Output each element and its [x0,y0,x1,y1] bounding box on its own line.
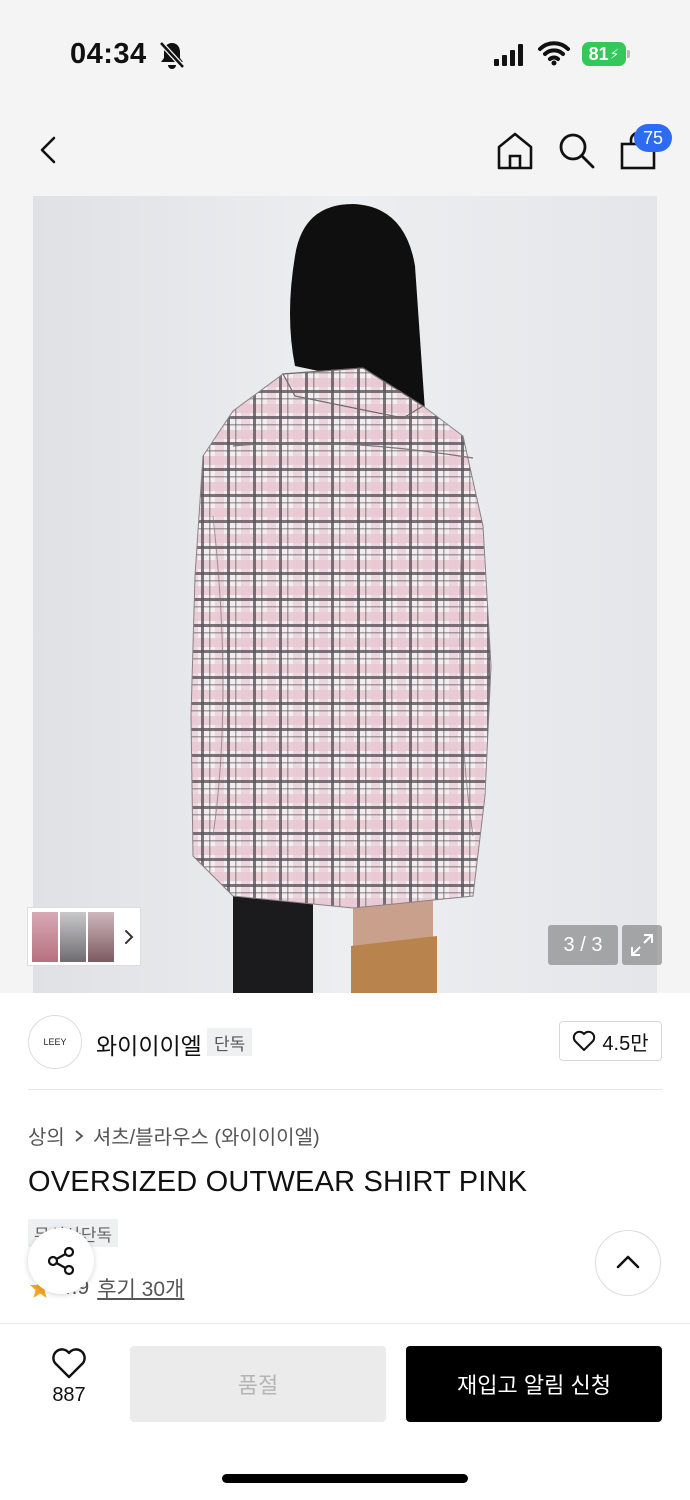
brand-logo[interactable]: LEEY [28,1015,82,1069]
brand-like-button[interactable]: 4.5만 [559,1021,662,1061]
expand-icon [631,934,653,956]
review-link[interactable]: 후기 30개 [97,1273,184,1303]
signal-icon [494,44,523,66]
expand-button[interactable] [622,925,662,965]
chevron-right-icon[interactable] [120,928,138,946]
thumbnail-3[interactable] [88,911,114,962]
back-icon[interactable] [30,132,66,168]
share-button[interactable] [28,1228,94,1294]
home-icon[interactable] [494,130,536,172]
product-info: LEEY 와이이이엘 단독 4.5만 상의 셔츠/블라우스 (와이이이엘) OV… [0,993,690,1323]
chevron-up-icon [616,1255,640,1269]
top-nav: 75 [0,110,690,196]
wishlist-button[interactable]: 887 [38,1348,100,1407]
product-title: OVERSIZED OUTWEAR SHIRT PINK [28,1166,528,1198]
divider [28,1089,662,1090]
scroll-top-button[interactable] [595,1230,661,1296]
brand-name[interactable]: 와이이이엘 [96,1027,202,1061]
status-bar: 04:34 81 ⚡ [0,0,690,110]
wifi-icon [538,41,570,66]
thumbnail-2[interactable] [60,911,86,962]
bottom-action-bar: 887 품절 재입고 알림 신청 [0,1323,690,1500]
battery-level: 81 [588,43,609,64]
product-image[interactable] [33,196,657,993]
chevron-right-icon [75,1129,84,1142]
breadcrumb: 상의 셔츠/블라우스 (와이이이엘) [28,1121,320,1150]
home-indicator[interactable] [222,1474,468,1483]
brand-like-count: 4.5만 [602,1032,649,1055]
thumbnail-1[interactable] [32,911,58,962]
search-icon[interactable] [556,130,596,170]
product-photo [33,196,657,993]
heart-icon [52,1348,86,1379]
cart-count-badge: 75 [634,124,672,152]
exclusive-tag: 단독 [207,1028,253,1056]
breadcrumb-subcategory[interactable]: 셔츠/블라우스 (와이이이엘) [93,1121,320,1150]
wishlist-count: 887 [52,1384,86,1406]
status-time: 04:34 [70,38,147,70]
thumbnail-strip[interactable] [27,907,141,966]
restock-alert-button[interactable]: 재입고 알림 신청 [406,1346,662,1422]
share-icon [47,1246,75,1276]
image-counter: 3 / 3 [548,925,618,965]
soldout-button[interactable]: 품절 [130,1346,386,1422]
heart-icon [573,1030,596,1051]
breadcrumb-category[interactable]: 상의 [28,1121,65,1150]
battery-charging-icon: 81 ⚡ [582,42,630,66]
bell-off-icon [159,41,185,69]
